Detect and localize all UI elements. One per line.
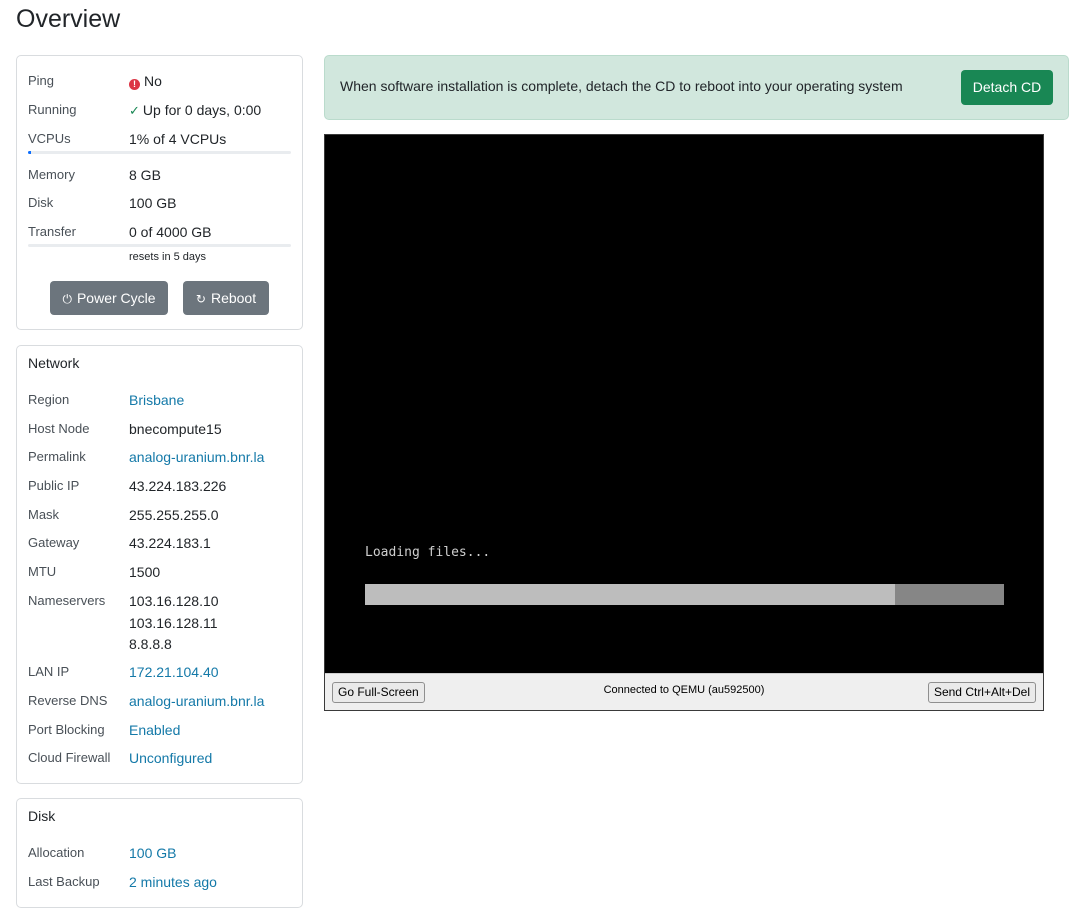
nameserver-item: 8.8.8.8 — [129, 636, 172, 652]
check-icon: ✓ — [129, 103, 140, 118]
mask-row: Mask 255.255.255.0 — [28, 505, 291, 525]
nameservers-list: 103.16.128.10 103.16.128.11 8.8.8.8 — [129, 591, 219, 656]
lan-ip-label: LAN IP — [28, 664, 70, 679]
last-backup-row: Last Backup 2 minutes ago — [28, 872, 291, 892]
cloud-firewall-link[interactable]: Unconfigured — [129, 748, 212, 768]
ping-row: Ping ! No — [28, 71, 291, 91]
power-cycle-label: Power Cycle — [76, 290, 156, 306]
region-label: Region — [28, 392, 70, 407]
error-icon: ! — [129, 79, 140, 90]
refresh-icon: ↻ — [195, 292, 206, 306]
reverse-dns-label: Reverse DNS — [28, 693, 108, 708]
memory-row: Memory 8 GB — [28, 165, 291, 185]
gateway-row: Gateway 43.224.183.1 — [28, 533, 291, 553]
public-ip-value: 43.224.183.226 — [129, 478, 227, 494]
reverse-dns-link[interactable]: analog-uranium.bnr.la — [129, 691, 264, 711]
permalink-label: Permalink — [28, 449, 86, 464]
transfer-value: 0 of 4000 GB — [129, 224, 212, 240]
running-value: ✓ Up for 0 days, 0:00 — [129, 100, 261, 121]
public-ip-label: Public IP — [28, 478, 80, 493]
disk-row: Disk 100 GB — [28, 193, 291, 213]
running-row: Running ✓ Up for 0 days, 0:00 — [28, 100, 291, 120]
network-card: Network Region Brisbane Host Node bnecom… — [16, 345, 303, 784]
console-loading-bar — [365, 584, 1004, 605]
memory-value: 8 GB — [129, 167, 161, 183]
disk-label: Disk — [28, 195, 54, 210]
ping-value-text: No — [144, 73, 162, 89]
allocation-label: Allocation — [28, 845, 85, 860]
transfer-progress-bar — [28, 244, 291, 247]
power-icon: ⏻ — [62, 292, 72, 306]
nameserver-item: 103.16.128.10 — [129, 593, 219, 609]
gateway-value: 43.224.183.1 — [129, 535, 211, 551]
server-status-card: Ping ! No Running ✓ Up for 0 days, 0:00 VC… — [16, 55, 303, 330]
alert-message: When software installation is complete, … — [340, 78, 903, 94]
nameservers-label: Nameservers — [28, 593, 106, 608]
disk-card-title: Disk — [28, 808, 56, 824]
transfer-label: Transfer — [28, 224, 76, 239]
mtu-row: MTU 1500 — [28, 562, 291, 582]
vcpus-label: VCPUs — [28, 131, 71, 146]
vcpus-progress-fill — [28, 151, 31, 154]
region-link[interactable]: Brisbane — [129, 390, 184, 410]
ping-label: Ping — [28, 73, 55, 88]
cloud-firewall-row: Cloud Firewall Unconfigured — [28, 748, 291, 768]
vcpus-value: 1% of 4 VCPUs — [129, 131, 227, 147]
disk-value: 100 GB — [129, 195, 177, 211]
console-loading-fill — [365, 584, 896, 605]
allocation-row: Allocation 100 GB — [28, 843, 291, 863]
detach-cd-alert: When software installation is complete, … — [324, 55, 1069, 120]
permalink-link[interactable]: analog-uranium.bnr.la — [129, 447, 264, 467]
last-backup-link[interactable]: 2 minutes ago — [129, 872, 217, 892]
permalink-row: Permalink analog-uranium.bnr.la — [28, 447, 291, 467]
host-node-row: Host Node bnecompute15 — [28, 419, 291, 439]
allocation-link[interactable]: 100 GB — [129, 843, 176, 863]
nameservers-row: Nameservers 103.16.128.10 103.16.128.11 … — [28, 591, 291, 655]
transfer-reset-note: resets in 5 days — [129, 251, 207, 263]
reverse-dns-row: Reverse DNS analog-uranium.bnr.la — [28, 691, 291, 711]
disk-card: Disk Allocation 100 GB Last Backup 2 min… — [16, 798, 303, 908]
transfer-row: Transfer 0 of 4000 GB — [28, 222, 291, 242]
reboot-label: Reboot — [210, 290, 257, 306]
port-blocking-row: Port Blocking Enabled — [28, 720, 291, 740]
console-loading-text: Loading files... — [365, 545, 491, 560]
running-value-text: Up for 0 days, 0:00 — [142, 102, 262, 118]
gateway-label: Gateway — [28, 535, 80, 550]
vcpus-progress-bar — [28, 151, 291, 154]
network-title: Network — [28, 355, 80, 371]
power-cycle-button[interactable]: ⏻ Power Cycle — [50, 281, 168, 315]
lan-ip-link[interactable]: 172.21.104.40 — [129, 662, 219, 682]
mask-label: Mask — [28, 507, 60, 522]
region-row: Region Brisbane — [28, 390, 291, 410]
mtu-value: 1500 — [129, 564, 161, 580]
last-backup-label: Last Backup — [28, 874, 100, 889]
port-blocking-label: Port Blocking — [28, 722, 105, 737]
page-title: Overview — [16, 5, 121, 33]
host-node-value: bnecompute15 — [129, 421, 222, 437]
ctrl-alt-del-button[interactable]: Send Ctrl+Alt+Del — [927, 682, 1036, 703]
console-toolbar: Go Full-Screen Connected to QEMU (au5925… — [325, 673, 1043, 710]
vnc-console[interactable]: Loading files... Go Full-Screen Connecte… — [324, 134, 1044, 711]
running-label: Running — [28, 102, 77, 117]
ping-value: ! No — [129, 71, 162, 91]
detach-cd-button[interactable]: Detach CD — [961, 70, 1053, 105]
nameserver-item: 103.16.128.11 — [129, 614, 218, 631]
memory-label: Memory — [28, 167, 75, 182]
port-blocking-link[interactable]: Enabled — [129, 720, 180, 740]
cloud-firewall-label: Cloud Firewall — [28, 750, 111, 765]
lan-ip-row: LAN IP 172.21.104.40 — [28, 662, 291, 682]
reboot-button[interactable]: ↻ Reboot — [183, 281, 269, 315]
host-node-label: Host Node — [28, 421, 90, 436]
mask-value: 255.255.255.0 — [129, 507, 219, 523]
public-ip-row: Public IP 43.224.183.226 — [28, 476, 291, 496]
vcpus-row: VCPUs 1% of 4 VCPUs — [28, 129, 291, 149]
mtu-label: MTU — [28, 564, 57, 579]
